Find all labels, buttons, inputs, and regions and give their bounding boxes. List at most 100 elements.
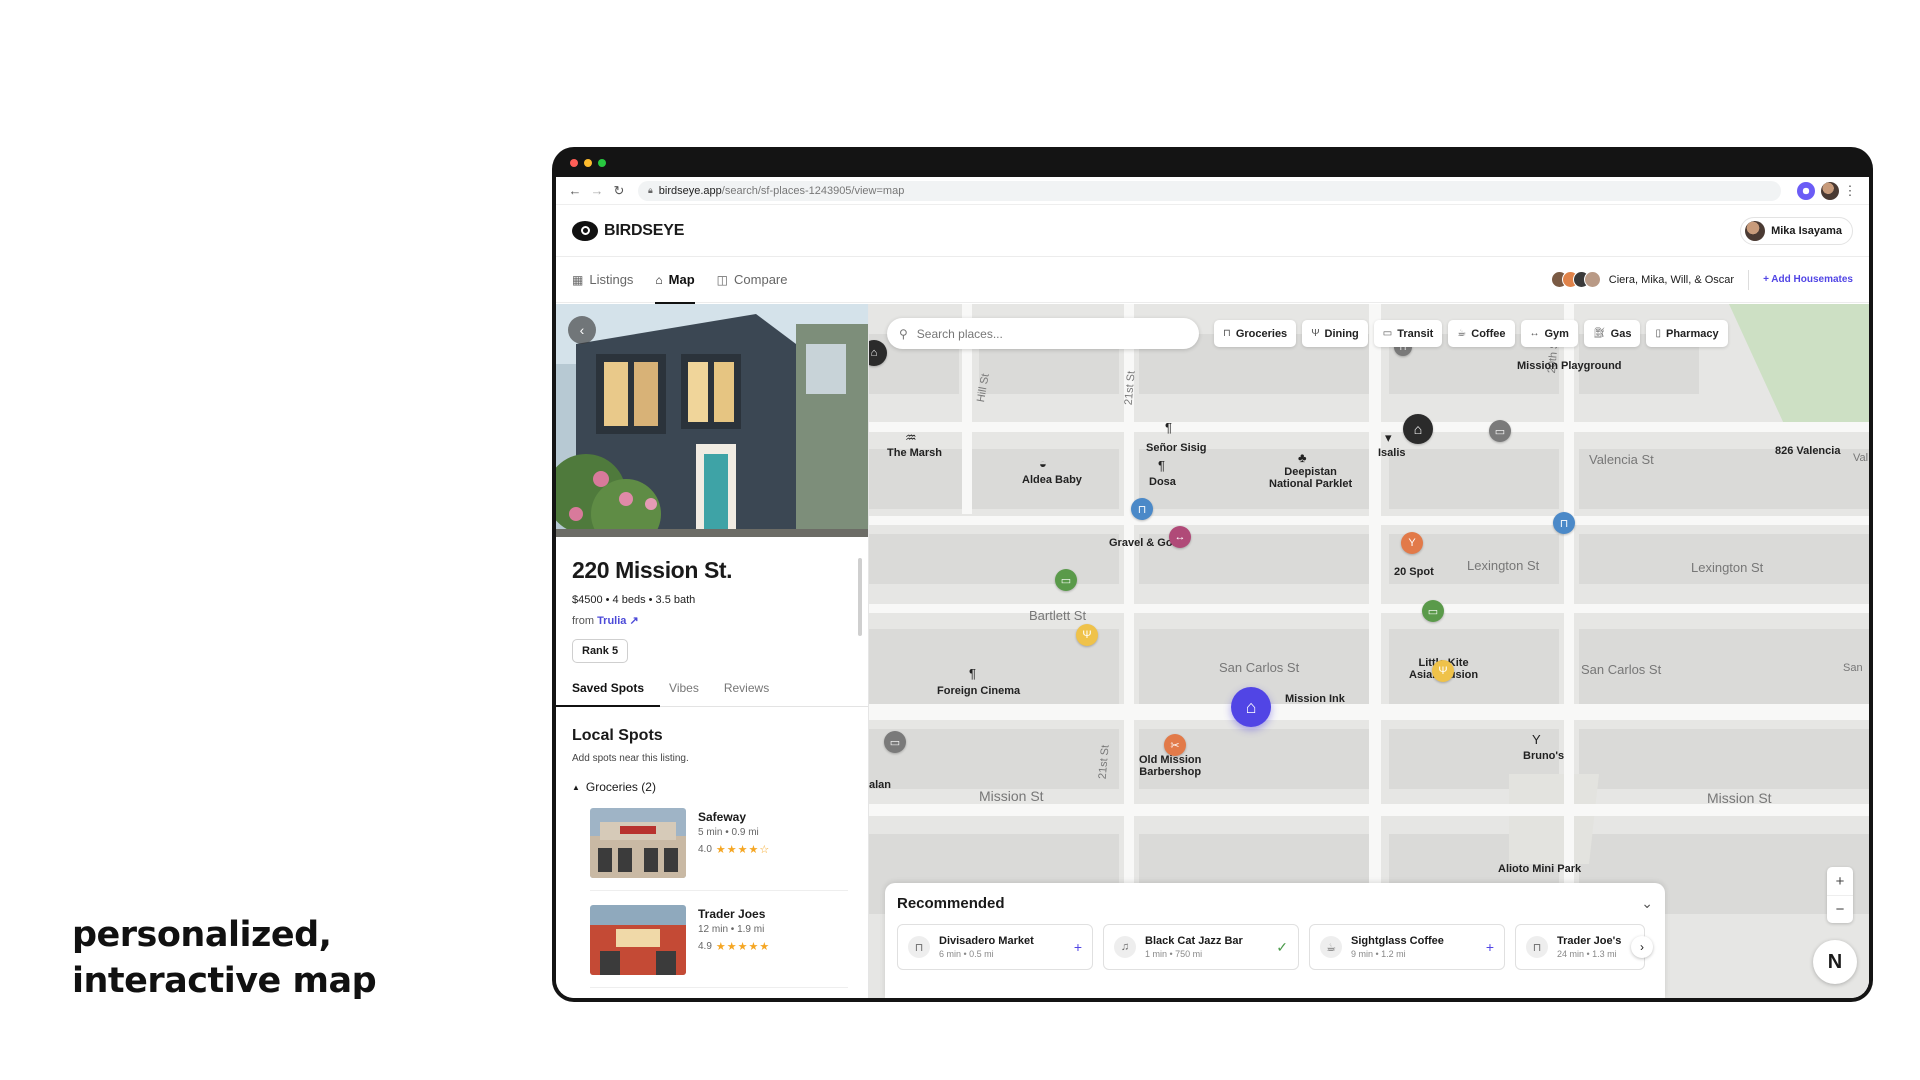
street-label: San [1843,662,1863,674]
rec-info: Divisadero Market 6 min • 0.5 mi [939,935,1034,959]
dining-pin-icon[interactable]: Ψ [1432,660,1454,682]
tab-compare[interactable]: ◫ Compare [717,257,788,303]
chip-gym[interactable]: ↔ Gym [1520,320,1578,347]
lock-icon: 🔒︎ [648,185,653,195]
list-item[interactable]: Trader Joes 12 min • 1.9 mi 4.9 ★★★★★ [590,905,848,988]
back-chevron-button[interactable]: ‹ [568,316,596,344]
forward-arrow-icon[interactable]: → [586,183,608,198]
subtab-saved-spots[interactable]: Saved Spots [556,681,661,707]
place-label[interactable]: Deepistan National Parklet [1269,466,1352,490]
place-label[interactable]: Bruno's [1523,750,1564,762]
groceries-group-toggle[interactable]: ▲ Groceries (2) [572,780,852,794]
minimize-window-dot[interactable] [584,159,592,167]
add-housemates-button[interactable]: + Add Housemates [1763,274,1853,285]
street-label: San Carlos St [1581,662,1662,677]
map-canvas[interactable]: ⚲ Search places... ⊓ Groceries Ψ Dining ▭ T… [869,304,1869,998]
add-spot-button[interactable]: + [1486,939,1494,955]
chip-dining[interactable]: Ψ Dining [1302,320,1368,347]
grocery-pin-icon[interactable]: ⊓ [1553,512,1575,534]
coffee-pin-icon[interactable]: ▭ [1422,600,1444,622]
coffee-pin-icon[interactable]: ▭ [884,731,906,753]
place-label[interactable]: Mission Playground [1517,360,1622,372]
basket-icon: ⊓ [908,936,930,958]
rank-badge[interactable]: Rank 5 [572,639,629,663]
zoom-in-button[interactable]: + [1827,867,1853,895]
compass-label: N [1827,950,1843,973]
reload-icon[interactable]: ↻ [608,183,630,199]
tab-map[interactable]: ⌂ Map [655,257,695,304]
chevron-down-icon[interactable]: ⌄ [1641,895,1653,912]
coffee-pin-icon[interactable]: ▭ [1489,420,1511,442]
street-label: San Carlos St [1219,660,1300,675]
dining-pin-icon[interactable]: Ψ [1076,624,1098,646]
user-menu-chip[interactable]: Mika Isayama [1740,216,1853,245]
place-label[interactable]: alan [869,779,891,791]
place-label[interactable]: Alioto Mini Park [1498,863,1581,875]
chip-gas[interactable]: ⛽︎ Gas [1583,320,1641,347]
browser-viewport: ← → ↻ 🔒︎ birdseye.app/search/sf-places-1… [556,177,1869,998]
chip-groceries[interactable]: ⊓ Groceries [1214,320,1297,347]
place-label[interactable]: Dosa [1149,476,1176,488]
subtab-vibes[interactable]: Vibes [669,681,699,706]
recommended-card[interactable]: ⊓ Trader Joe's 24 min • 1.3 mi [1515,924,1645,970]
birdseye-logo[interactable]: BIRDSEYE [572,220,684,241]
recommended-card[interactable]: ☕︎ Sightglass Coffee 9 min • 1.2 mi + [1309,924,1505,970]
rec-info: Black Cat Jazz Bar 1 min • 750 mi [1145,935,1243,959]
profile-avatar-icon[interactable] [1821,181,1839,200]
rating-value: 4.0 [698,844,712,855]
street-label: Val [1853,452,1869,464]
close-window-dot[interactable] [570,159,578,167]
compass-icon[interactable]: N [1813,940,1857,984]
place-label[interactable]: 826 Valencia [1775,445,1840,457]
place-label[interactable]: Aldea Baby [1022,474,1082,486]
place-label[interactable]: The Marsh [887,447,942,459]
list-item[interactable]: Safeway 5 min • 0.9 mi 4.0 ★★★★☆ [590,808,848,891]
tab-listings[interactable]: ▦ Listings [572,257,633,303]
housemate-avatars[interactable] [1550,271,1601,288]
recommended-card[interactable]: ⊓ Divisadero Market 6 min • 0.5 mi + [897,924,1093,970]
basket-icon: ⊓ [1223,328,1231,339]
chip-label: Coffee [1471,327,1506,340]
coffee-pin-icon[interactable]: ▭ [1055,569,1077,591]
recommended-card[interactable]: ♫ Black Cat Jazz Bar 1 min • 750 mi ✓ [1103,924,1299,970]
chevron-right-icon[interactable]: › [1631,936,1653,958]
chip-transit[interactable]: ▭ Transit [1373,320,1443,347]
home-pin-icon[interactable]: ⌂ [1403,414,1433,444]
place-label[interactable]: Señor Sisig [1146,442,1207,454]
gym-pin-icon[interactable]: ↔ [1169,526,1191,548]
source-link[interactable]: Trulia ↗ [597,615,639,627]
place-label[interactable]: Old Mission Barbershop [1139,754,1201,778]
maximize-window-dot[interactable] [598,159,606,167]
browser-menu-icon[interactable]: ⋮ [1839,183,1861,199]
barber-pin-icon[interactable]: ✂ [1164,734,1186,756]
search-input[interactable]: ⚲ Search places... [887,318,1199,349]
street-label: Mission St [979,788,1044,804]
place-label[interactable]: Foreign Cinema [937,685,1020,697]
chip-pharmacy[interactable]: ▯ Pharmacy [1646,320,1728,347]
added-check-button[interactable]: ✓ [1276,939,1288,956]
url-host: birdseye.app [658,184,722,197]
subtab-reviews[interactable]: Reviews [724,681,769,706]
bag-icon: ◒ [1039,456,1047,471]
add-spot-button[interactable]: + [1074,939,1082,955]
address-bar[interactable]: 🔒︎ birdseye.app/search/sf-places-1243905… [638,180,1781,201]
place-label[interactable]: Gravel & Gol [1109,537,1176,549]
zoom-out-button[interactable]: − [1827,895,1853,923]
grocery-pin-icon[interactable]: ⊓ [1131,498,1153,520]
fork-icon: Ψ [1311,328,1320,339]
place-label[interactable]: Mission Ink [1285,693,1345,705]
recommended-panel: Recommended ⌄ ⊓ Divisadero Market 6 min … [885,883,1665,998]
star-rating-icon: ★★★★★ [715,941,771,953]
music-icon: ♫ [1114,936,1136,958]
current-listing-pin-icon[interactable]: ⌂ [1231,687,1271,727]
place-label[interactable]: Isalis [1378,447,1406,459]
bar-pin-icon[interactable]: Y [1401,532,1423,554]
housemate-avatar [1583,271,1601,288]
back-arrow-icon[interactable]: ← [564,183,586,198]
panel-scrollbar[interactable] [858,558,862,636]
place-label[interactable]: 20 Spot [1394,566,1434,578]
user-name: Mika Isayama [1771,224,1842,237]
search-icon: ⚲ [899,326,908,341]
extension-icon[interactable] [1797,181,1815,200]
chip-coffee[interactable]: ☕︎ Coffee [1448,320,1515,347]
